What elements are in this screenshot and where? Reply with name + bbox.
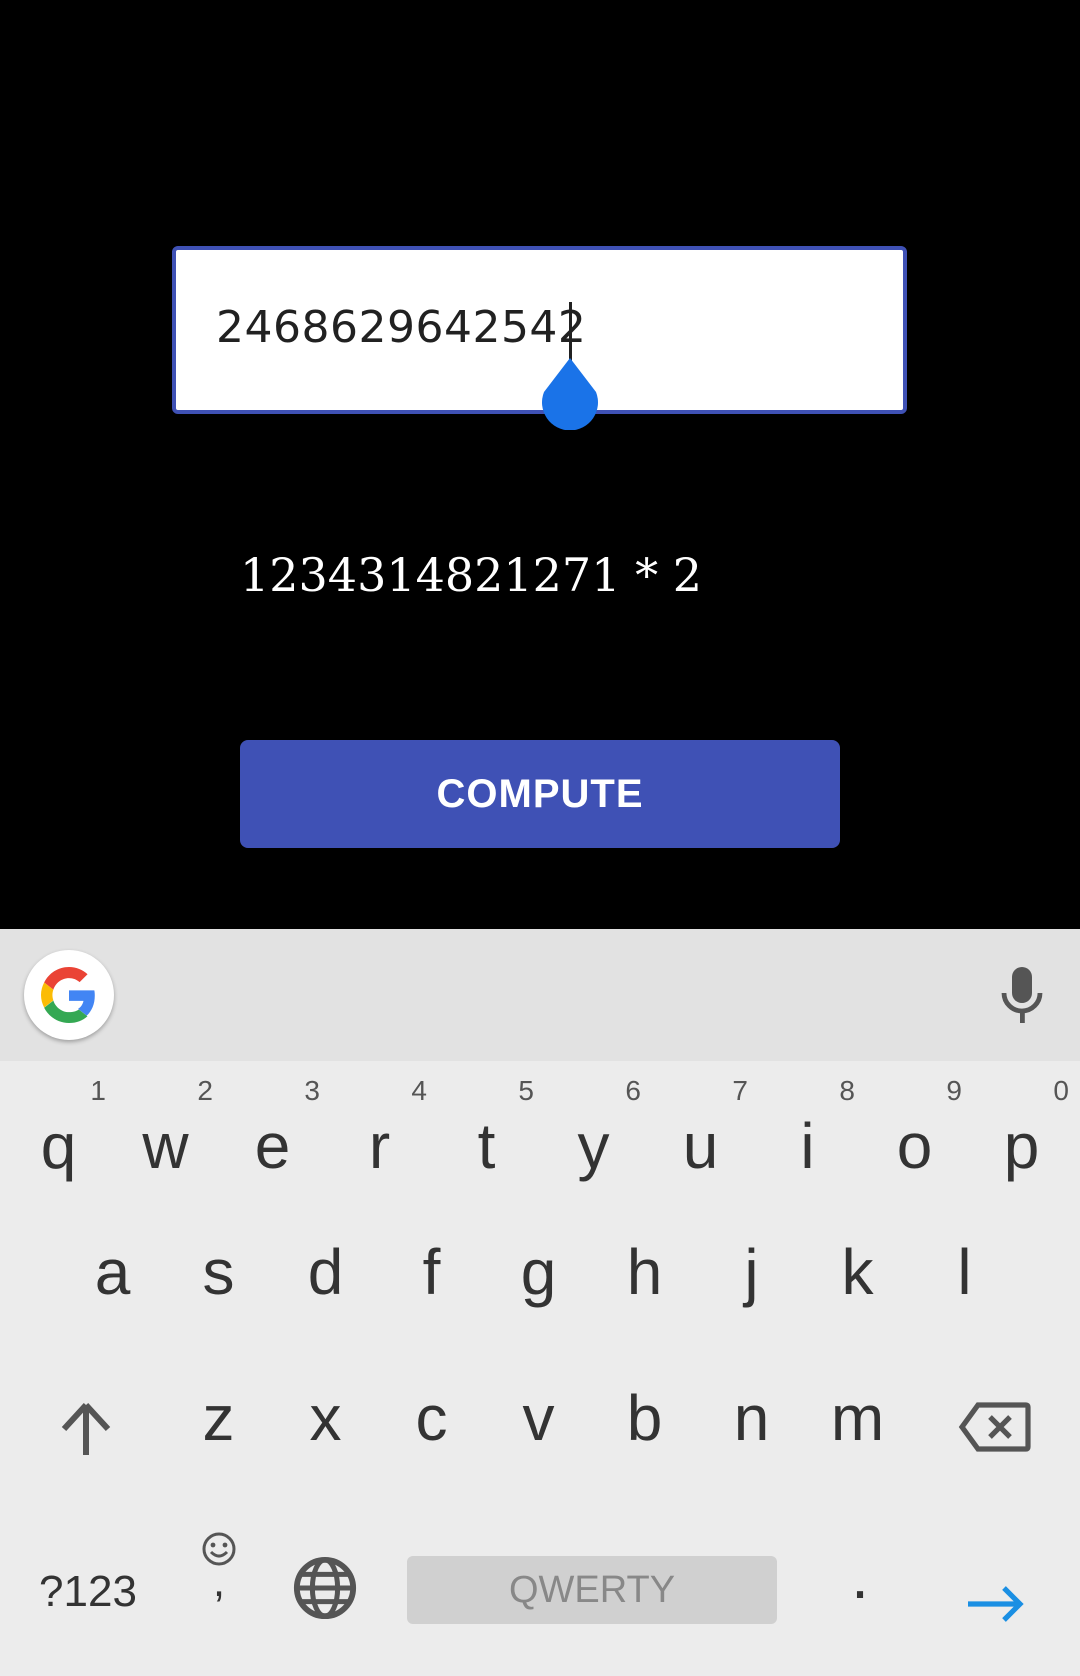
key-c[interactable]: c	[378, 1381, 485, 1481]
key-g[interactable]: g	[485, 1235, 592, 1335]
google-g-icon	[41, 967, 95, 1023]
key-t[interactable]: 5t	[433, 1075, 540, 1182]
key-u[interactable]: 7u	[647, 1075, 754, 1182]
key-z[interactable]: z	[165, 1381, 272, 1481]
key-p[interactable]: 0p	[968, 1075, 1075, 1182]
key-b[interactable]: b	[591, 1381, 698, 1481]
backspace-icon	[958, 1402, 1031, 1452]
space-bar[interactable]: QWERTY	[407, 1556, 777, 1624]
key-o[interactable]: 9o	[861, 1075, 968, 1182]
key-q[interactable]: 1q	[5, 1075, 112, 1182]
key-x[interactable]: x	[272, 1381, 379, 1481]
number-input-value[interactable]: 2468629642542	[216, 302, 586, 353]
globe-icon	[293, 1556, 357, 1620]
key-k[interactable]: k	[804, 1235, 911, 1335]
compute-button[interactable]: COMPUTE	[240, 740, 840, 848]
key-m[interactable]: m	[804, 1381, 911, 1481]
key-e[interactable]: 3e	[219, 1075, 326, 1182]
key-v[interactable]: v	[485, 1381, 592, 1481]
shift-key[interactable]	[32, 1381, 139, 1481]
soft-keyboard: 1q 2w 3e 4r 5t 6y 7u 8i 9o 0p a s d f g …	[0, 929, 1080, 1676]
key-d[interactable]: d	[272, 1235, 379, 1335]
key-j[interactable]: j	[698, 1235, 805, 1335]
text-selection-handle[interactable]	[540, 358, 600, 430]
language-key[interactable]	[290, 1555, 360, 1645]
key-f[interactable]: f	[378, 1235, 485, 1335]
shift-arrow-icon	[61, 1402, 110, 1455]
comma-label: ,	[212, 1557, 226, 1606]
key-y[interactable]: 6y	[540, 1075, 647, 1182]
key-l[interactable]: l	[911, 1235, 1018, 1335]
enter-arrow-icon	[968, 1586, 1024, 1622]
keyboard-suggestion-bar	[0, 929, 1080, 1061]
comma-emoji-key[interactable]: ,	[184, 1531, 254, 1621]
key-s[interactable]: s	[165, 1235, 272, 1335]
app-screen: 2468629642542 1234314821271 * 2 COMPUTE	[0, 0, 1080, 929]
symbols-key[interactable]: ?123	[28, 1567, 148, 1657]
key-h[interactable]: h	[591, 1235, 698, 1335]
key-i[interactable]: 8i	[754, 1075, 861, 1182]
google-search-button[interactable]	[24, 950, 114, 1040]
enter-key[interactable]	[960, 1565, 1030, 1655]
text-cursor	[569, 302, 572, 362]
key-r[interactable]: 4r	[326, 1075, 433, 1182]
backspace-key[interactable]	[940, 1381, 1050, 1481]
period-key[interactable]: .	[830, 1539, 890, 1629]
expression-text: 1234314821271 * 2	[240, 548, 702, 602]
microphone-icon[interactable]	[996, 965, 1048, 1025]
key-w[interactable]: 2w	[112, 1075, 219, 1182]
key-n[interactable]: n	[698, 1381, 805, 1481]
key-a[interactable]: a	[59, 1235, 166, 1335]
